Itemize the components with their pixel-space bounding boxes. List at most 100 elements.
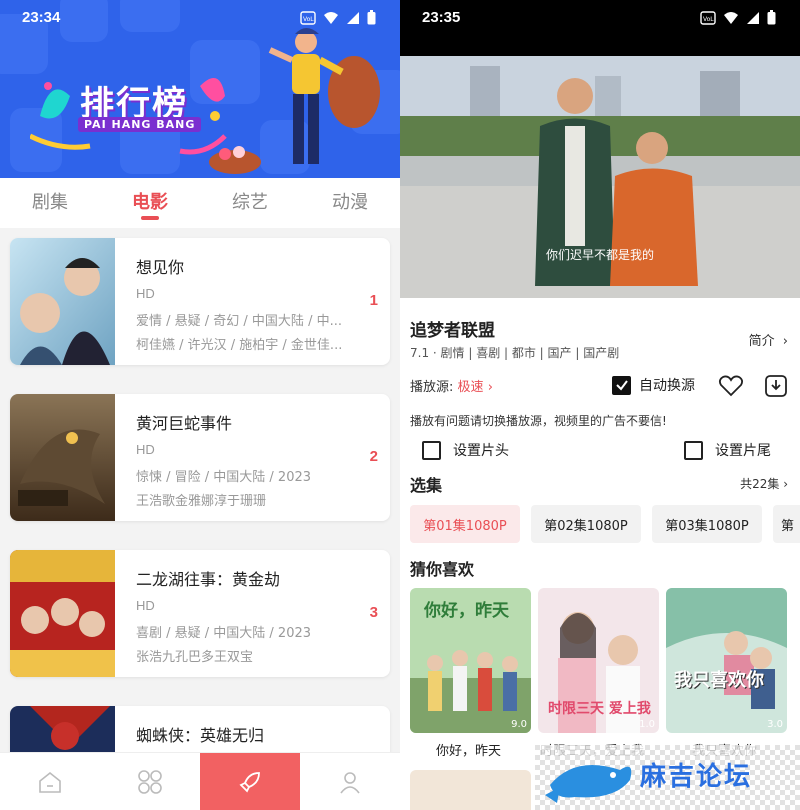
- list-item[interactable]: 黄河巨蛇事件 HD 惊悚 / 冒险 / 中国大陆 / 2023 王浩歌金雅娜淳于…: [10, 394, 390, 521]
- signal-icon: [746, 11, 760, 29]
- rating-score: 9.0: [511, 719, 527, 730]
- favorite-button[interactable]: [718, 374, 744, 402]
- episode-button[interactable]: 第03集1080P: [652, 505, 762, 543]
- rank-number: 1: [369, 292, 378, 309]
- movie-title: 想见你: [136, 258, 185, 277]
- checkbox-checked-icon: [612, 375, 631, 395]
- chevron-right-icon: ›: [487, 380, 493, 395]
- tab-variety[interactable]: 综艺: [200, 178, 300, 228]
- rank-number: 2: [369, 448, 378, 465]
- set-opening-toggle[interactable]: 设置片头: [422, 440, 509, 460]
- movie-tags: 爱情 / 悬疑 / 奇幻 / 中国大陆 / 中...: [136, 314, 342, 329]
- home-icon: [39, 771, 61, 793]
- movie-cast: 张浩九孔巴多王双宝: [136, 650, 254, 665]
- checkbox-unchecked-icon: [422, 440, 441, 460]
- episodes-title: 选集: [410, 476, 443, 495]
- chevron-right-icon: ›: [782, 334, 788, 349]
- poster-text: 我只喜欢你: [674, 670, 764, 691]
- rank-number: 3: [369, 604, 378, 621]
- signal-icon: [346, 11, 360, 29]
- movie-tags: 惊悚 / 冒险 / 中国大陆 / 2023: [136, 470, 312, 485]
- episode-button[interactable]: 第: [773, 505, 800, 543]
- volte-icon: VoL: [300, 10, 316, 29]
- recommend-title: 猜你喜欢: [410, 560, 475, 579]
- banner-subtitle: PAI HANG BANG: [78, 117, 202, 132]
- intro-link[interactable]: 简介 ›: [749, 330, 788, 349]
- movie-quality: HD: [136, 442, 155, 457]
- movie-cast: 王浩歌金雅娜淳于珊珊: [136, 494, 267, 509]
- movie-tags: 喜剧 / 悬疑 / 中国大陆 / 2023: [136, 626, 312, 641]
- bottom-nav: [0, 752, 400, 810]
- intro-label: 简介: [748, 334, 775, 349]
- svg-text:VoL: VoL: [303, 16, 314, 23]
- movie-quality: HD: [136, 598, 155, 613]
- status-time: 23:35: [422, 9, 461, 26]
- episode-button[interactable]: 第02集1080P: [531, 505, 641, 543]
- recommend-item[interactable]: 我只喜欢你 3.0: [666, 588, 787, 733]
- recommend-item[interactable]: 时限三天 爱上我 1.0: [538, 588, 659, 733]
- list-item[interactable]: 二龙湖往事：黄金劫 HD 喜剧 / 悬疑 / 中国大陆 / 2023 张浩九孔巴…: [10, 550, 390, 677]
- playback-notice: 播放有问题请切换播放源，视频里的广告不要信!: [410, 414, 667, 428]
- volte-icon: VoL: [700, 10, 716, 29]
- heart-icon: [718, 375, 744, 397]
- download-button[interactable]: [764, 374, 788, 402]
- apps-icon: [138, 769, 162, 794]
- nav-home[interactable]: [0, 753, 100, 810]
- character-illustration: [268, 28, 380, 164]
- source-row: 播放源: 极速 ›: [410, 376, 493, 395]
- recommend-item-partial[interactable]: [410, 770, 531, 810]
- recommend-item[interactable]: 你好，昨天 9.0: [410, 588, 531, 733]
- source-label: 播放源:: [410, 380, 454, 395]
- rocket-icon: [239, 771, 260, 793]
- poster-text: 你好，昨天: [424, 601, 509, 621]
- auto-switch-toggle[interactable]: 自动换源: [612, 375, 695, 395]
- tab-movies[interactable]: 电影: [100, 178, 200, 228]
- tab-anime[interactable]: 动漫: [300, 178, 400, 228]
- basket-illustration: [209, 146, 261, 174]
- movie-title: 黄河巨蛇事件: [136, 414, 233, 433]
- list-item[interactable]: 想见你 HD 爱情 / 悬疑 / 奇幻 / 中国大陆 / 中... 柯佳嬿 / …: [10, 238, 390, 365]
- movie-title: 蜘蛛侠：英雄无归: [136, 726, 265, 745]
- nav-apps[interactable]: [100, 753, 200, 810]
- rating-score: 3.0: [767, 719, 783, 730]
- chevron-right-icon: ›: [783, 477, 788, 491]
- detail-screen: 23:35 VoL 你们迟早不都是我的 追梦者联盟 7.1 · 剧情 | 喜剧 …: [400, 0, 800, 810]
- show-title: 追梦者联盟: [410, 321, 495, 341]
- nav-profile[interactable]: [300, 753, 400, 810]
- category-tabs: 剧集 电影 综艺 动漫: [0, 178, 400, 228]
- wifi-icon: [723, 11, 739, 29]
- status-bar: 23:35 VoL: [400, 0, 800, 56]
- episode-list: 第01集1080P 第02集1080P 第03集1080P 第: [410, 505, 800, 543]
- episodes-total-link[interactable]: 共22集 ›: [740, 475, 788, 492]
- recommend-poster: [666, 588, 787, 733]
- set-ending-toggle[interactable]: 设置片尾: [684, 440, 771, 460]
- movie-cast: 柯佳嬿 / 许光汉 / 施柏宇 / 金世佳...: [136, 338, 343, 353]
- ranking-screen: 23:34 VoL 排行榜 PAI HANG BANG 剧集 电影 综艺 动漫 …: [0, 0, 400, 810]
- auto-switch-label: 自动换源: [639, 378, 695, 394]
- recommend-label: 你好，昨天: [436, 744, 502, 759]
- profile-icon: [340, 771, 360, 793]
- wifi-icon: [323, 11, 339, 29]
- rating-score: 1.0: [639, 719, 655, 730]
- battery-icon: [367, 10, 376, 29]
- movie-poster: [10, 550, 115, 677]
- status-bar: 23:34 VoL: [0, 0, 400, 36]
- recommend-list: 你好，昨天 9.0 时限三天 爱上我 1.0 我只喜欢你 3.0: [410, 588, 787, 733]
- episode-button[interactable]: 第01集1080P: [410, 505, 520, 543]
- movie-title: 二龙湖往事：黄金劫: [136, 570, 281, 589]
- episodes-total: 共22集: [740, 477, 780, 491]
- tab-series[interactable]: 剧集: [0, 178, 100, 228]
- checkbox-unchecked-icon: [684, 440, 703, 460]
- svg-text:VoL: VoL: [703, 16, 714, 23]
- video-player[interactable]: 你们迟早不都是我的: [400, 56, 800, 298]
- movie-poster: [10, 238, 115, 365]
- poster-text: 时限三天 爱上我: [548, 701, 651, 717]
- movie-quality: HD: [136, 286, 155, 301]
- movie-poster: [10, 394, 115, 521]
- nav-ranking[interactable]: [200, 753, 300, 810]
- video-subtitle: 你们迟早不都是我的: [545, 248, 654, 262]
- set-opening-label: 设置片头: [453, 443, 509, 459]
- set-ending-label: 设置片尾: [715, 443, 771, 459]
- source-selector[interactable]: 极速 ›: [458, 380, 493, 395]
- watermark-text: 麻吉论坛: [640, 762, 753, 792]
